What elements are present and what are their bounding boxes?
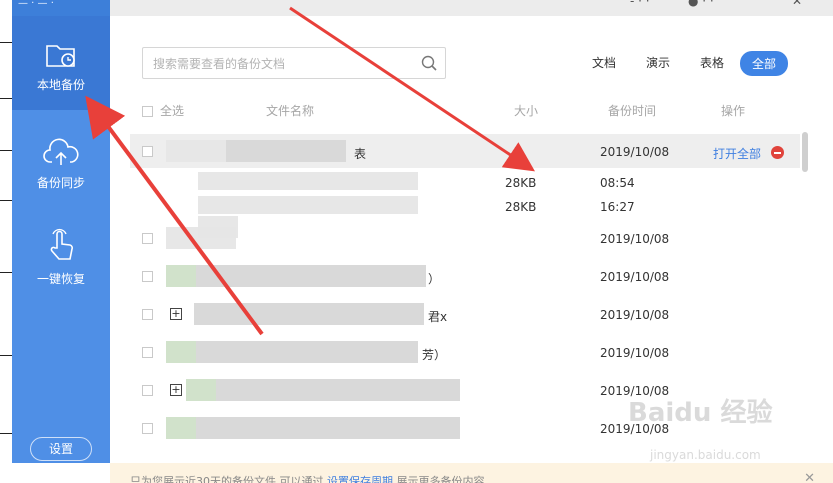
row-checkbox[interactable] <box>142 347 153 358</box>
blurred-filename <box>196 341 418 363</box>
file-name: 芳） <box>422 348 447 362</box>
search-box <box>142 47 446 79</box>
column-header-select-all: 全选 <box>160 104 185 118</box>
table-row[interactable]: + 君x 2019/10/08 <box>130 297 800 331</box>
expand-toggle-icon[interactable]: + <box>170 384 182 396</box>
row-checkbox[interactable] <box>142 271 153 282</box>
filter-all[interactable]: 全部 <box>740 51 789 76</box>
user-avatar[interactable]: ● · · <box>688 0 714 8</box>
file-name: 表 <box>354 147 367 161</box>
notice-bar: 只为您展示近30天的备份文件,可以通过 设置保存周期 展示更多备份内容 ✕ <box>110 463 833 483</box>
table-row[interactable]: 表 2019/10/08 打开全部 <box>130 134 800 168</box>
select-all-checkbox[interactable] <box>142 106 153 117</box>
blurred-filename <box>196 265 426 287</box>
backup-date: 2019/10/08 <box>600 145 670 159</box>
retention-period-link[interactable]: 设置保存周期 <box>327 475 393 483</box>
title-bar-partial-text: - · · <box>630 0 650 8</box>
table-header: 全选 文件名称 大小 备份时间 操作 <box>110 102 833 122</box>
subfile-size: 28KB <box>505 200 537 214</box>
sidebar-item-label: 一键恢复 <box>36 272 85 286</box>
backup-date: 2019/10/08 <box>600 308 670 322</box>
subfile-time: 08:54 <box>600 176 635 190</box>
watermark-logo: Baidu 经验 <box>628 398 773 428</box>
close-notice-icon[interactable]: ✕ <box>804 471 815 483</box>
file-name: 君x <box>428 310 448 324</box>
table-row[interactable]: 芳） 2019/10/08 <box>130 335 800 369</box>
backup-date: 2019/10/08 <box>600 346 670 360</box>
file-name: ） <box>428 272 441 286</box>
blurred-filename <box>226 140 346 162</box>
column-header-time: 备份时间 <box>608 104 657 118</box>
open-all-link[interactable]: 打开全部 <box>713 145 761 162</box>
hand-tap-icon <box>50 228 73 260</box>
subfile-time: 16:27 <box>600 200 635 214</box>
delete-icon[interactable] <box>771 146 784 159</box>
column-header-name: 文件名称 <box>266 104 315 118</box>
blurred-thumbnail <box>186 379 216 401</box>
blurred-subfile-name <box>198 196 418 214</box>
row-checkbox[interactable] <box>142 309 153 320</box>
row-checkbox[interactable] <box>142 423 153 434</box>
watermark: Baidu 经验 jingyan.baidu.com <box>628 392 773 462</box>
settings-button[interactable]: 设置 <box>30 437 92 461</box>
folder-clock-icon <box>46 45 75 67</box>
sidebar-item-label: 备份同步 <box>36 176 85 190</box>
cloud-upload-icon <box>43 138 79 165</box>
table-row[interactable]: ） 2019/10/08 <box>130 259 800 293</box>
blurred-filename <box>194 303 424 325</box>
watermark-url: jingyan.baidu.com <box>650 448 761 462</box>
blurred-filename <box>196 417 460 439</box>
blurred-thumbnail <box>166 341 196 363</box>
blurred-subfile-name <box>198 172 418 190</box>
subfile-size: 28KB <box>505 176 537 190</box>
column-header-size: 大小 <box>514 104 539 118</box>
app-window: — · — · 本地备份 备份同步 一键恢复 设置 - · · ● · · ✕ … <box>0 0 833 483</box>
table-row[interactable]: 2019/10/08 <box>130 221 800 255</box>
row-checkbox[interactable] <box>142 233 153 244</box>
expand-toggle-icon[interactable]: + <box>170 308 182 320</box>
sidebar-item-one-click-restore[interactable]: 一键恢复 <box>12 208 110 302</box>
blurred-thumbnail <box>166 140 226 162</box>
sidebar-item-backup-sync[interactable]: 备份同步 <box>12 112 110 206</box>
vertical-scrollbar[interactable] <box>802 132 808 172</box>
window-edge <box>0 0 12 483</box>
blurred-thumbnail <box>166 417 196 439</box>
notice-text: 只为您展示近30天的备份文件,可以通过 设置保存周期 展示更多备份内容 <box>130 473 485 483</box>
sidebar-item-label: 本地备份 <box>36 78 85 92</box>
blurred-filename <box>166 227 236 249</box>
close-window-icon[interactable]: ✕ <box>792 0 802 8</box>
title-bar: - · · ● · · ✕ <box>110 0 833 16</box>
row-checkbox[interactable] <box>142 385 153 396</box>
app-title-strip: — · — · <box>12 0 110 16</box>
column-header-action: 操作 <box>721 104 746 118</box>
filter-presentations[interactable]: 演示 <box>646 54 670 71</box>
search-icon[interactable] <box>421 55 437 71</box>
sidebar-item-local-backup[interactable]: 本地备份 <box>12 16 110 110</box>
blurred-filename <box>216 379 460 401</box>
filter-documents[interactable]: 文档 <box>592 54 616 71</box>
row-checkbox[interactable] <box>142 146 153 157</box>
blurred-thumbnail <box>166 265 196 287</box>
backup-date: 2019/10/08 <box>600 232 670 246</box>
sidebar: — · — · 本地备份 备份同步 一键恢复 设置 <box>12 0 110 463</box>
search-input[interactable] <box>153 54 403 74</box>
backup-date: 2019/10/08 <box>600 270 670 284</box>
filter-spreadsheets[interactable]: 表格 <box>700 54 724 71</box>
